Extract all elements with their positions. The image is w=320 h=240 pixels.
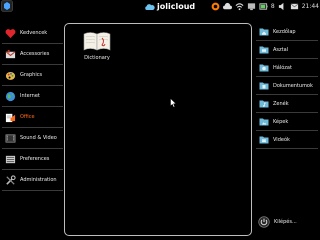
battery-level: 8 — [270, 3, 275, 10]
heart-icon — [5, 28, 16, 38]
place-item-music[interactable]: Zenék — [256, 95, 318, 113]
category-label: Graphics — [20, 72, 43, 78]
category-sidebar: Kedvencek Accessories Graphics Internet … — [2, 23, 63, 191]
place-item-pictures[interactable]: Képek — [256, 113, 318, 131]
battery-icon[interactable] — [259, 2, 268, 11]
clock[interactable]: 21:44 — [302, 3, 319, 10]
place-label: Zenék — [273, 100, 289, 107]
logout-button[interactable]: Kilépés... — [258, 216, 297, 228]
mail-icon[interactable] — [290, 2, 299, 11]
documents-folder-icon — [259, 82, 269, 90]
category-item-internet[interactable]: Internet — [2, 86, 63, 107]
category-label: Internet — [20, 93, 40, 99]
brand-name: jolicloud — [157, 2, 196, 11]
category-item-accessories[interactable]: Accessories — [2, 44, 63, 65]
network-folder-icon — [259, 64, 269, 72]
system-tray: 8 21:44 — [211, 1, 319, 12]
network-cloud-icon[interactable] — [222, 2, 232, 11]
brand-logo: jolicloud — [144, 1, 195, 12]
app-grid-panel: Dictionary — [64, 23, 252, 236]
category-item-graphics[interactable]: Graphics — [2, 65, 63, 86]
places-sidebar: Kezdőlap Asztal Hálózat Dokumentumok Zen… — [256, 23, 318, 149]
volume-icon[interactable] — [278, 2, 287, 11]
wifi-icon[interactable] — [235, 2, 244, 11]
display-icon[interactable] — [247, 2, 256, 11]
place-item-network[interactable]: Hálózat — [256, 59, 318, 77]
jolicloud-menu-icon[interactable] — [1, 0, 13, 12]
place-item-home[interactable]: Kezdőlap — [256, 23, 318, 41]
cloud-icon — [145, 3, 155, 10]
category-item-sound-video[interactable]: Sound & Video — [2, 128, 63, 149]
videos-folder-icon — [259, 136, 269, 144]
accessories-icon — [5, 49, 16, 58]
category-label: Preferences — [20, 156, 50, 162]
logout-label: Kilépés... — [274, 219, 297, 225]
category-item-preferences[interactable]: Preferences — [2, 149, 63, 170]
tools-icon — [6, 174, 16, 185]
power-icon — [258, 216, 270, 228]
category-label: Sound & Video — [20, 135, 57, 141]
category-item-administration[interactable]: Administration — [2, 170, 63, 191]
office-icon — [5, 113, 16, 122]
place-label: Kezdőlap — [273, 28, 296, 35]
place-item-videos[interactable]: Videók — [256, 131, 318, 149]
place-label: Képek — [273, 118, 289, 125]
top-panel: jolicloud 8 21:44 — [0, 0, 320, 13]
media-icon — [5, 133, 16, 143]
app-dictionary[interactable]: Dictionary — [79, 30, 115, 61]
category-item-kedvencek[interactable]: Kedvencek — [2, 23, 63, 44]
mouse-pointer-icon — [170, 98, 177, 108]
place-label: Videók — [273, 136, 290, 143]
category-label: Accessories — [20, 51, 50, 57]
music-folder-icon — [259, 100, 269, 108]
globe-icon — [5, 91, 16, 101]
preferences-icon — [5, 155, 16, 163]
home-folder-icon — [259, 28, 269, 36]
place-label: Asztal — [273, 46, 289, 53]
place-label: Dokumentumok — [273, 82, 313, 89]
dictionary-book-icon — [83, 32, 111, 51]
category-item-office[interactable]: Office — [2, 107, 63, 128]
desktop-folder-icon — [259, 46, 269, 54]
place-label: Hálózat — [273, 64, 292, 71]
category-label: Office — [20, 114, 35, 120]
graphics-icon — [5, 71, 16, 80]
update-icon[interactable] — [211, 2, 220, 11]
category-label: Kedvencek — [20, 30, 48, 36]
category-label: Administration — [20, 177, 57, 183]
pictures-folder-icon — [259, 118, 269, 126]
place-item-documents[interactable]: Dokumentumok — [256, 77, 318, 95]
place-item-desktop[interactable]: Asztal — [256, 41, 318, 59]
app-label: Dictionary — [84, 55, 110, 61]
